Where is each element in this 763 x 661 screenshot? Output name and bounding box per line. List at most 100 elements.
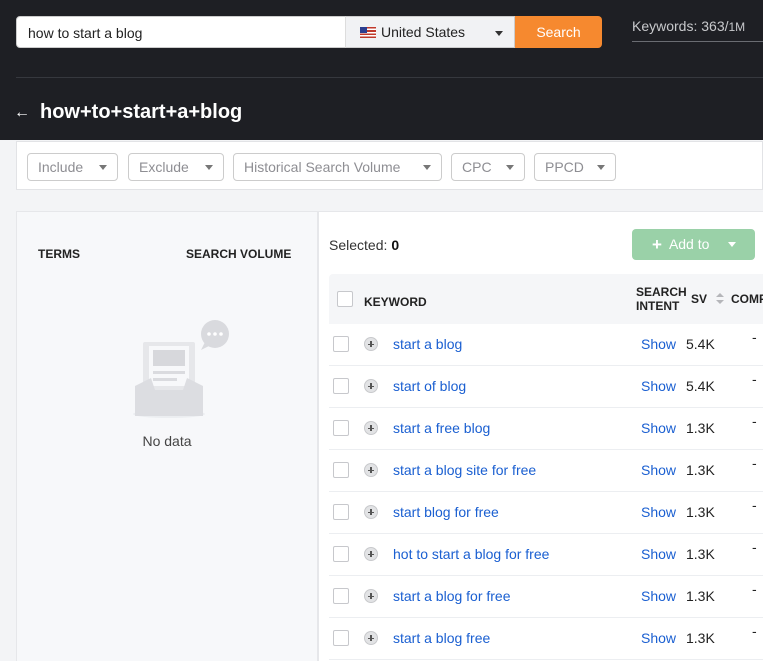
- search-intent-column-header-line1: SEARCH: [636, 285, 687, 299]
- comp-value: -: [752, 623, 757, 639]
- comp-value: -: [752, 413, 757, 429]
- comp-value: -: [752, 497, 757, 513]
- keywords-counter: Keywords: 363/1M: [632, 18, 745, 34]
- intent-show-link[interactable]: Show: [641, 378, 676, 394]
- filter-bar: Include Exclude Historical Search Volume…: [16, 141, 763, 190]
- chevron-down-icon: [99, 165, 107, 170]
- filter-ppcd-label: PPCD: [545, 159, 584, 175]
- add-keyword-icon[interactable]: [364, 505, 378, 519]
- table-row: start a free blog Show 1.3K -: [329, 408, 763, 450]
- intent-show-link[interactable]: Show: [641, 546, 676, 562]
- keyword-link[interactable]: start a blog: [393, 336, 462, 352]
- keyword-link[interactable]: hot to start a blog for free: [393, 546, 549, 562]
- add-keyword-icon[interactable]: [364, 589, 378, 603]
- terms-column-header: TERMS: [38, 247, 80, 261]
- keyword-link[interactable]: start of blog: [393, 378, 466, 394]
- table-row: start blog for free Show 1.3K -: [329, 492, 763, 534]
- filter-hsv-label: Historical Search Volume: [244, 159, 401, 175]
- sv-value: 1.3K: [686, 630, 715, 646]
- row-checkbox[interactable]: [333, 588, 349, 604]
- add-keyword-icon[interactable]: [364, 421, 378, 435]
- add-keyword-icon[interactable]: [364, 337, 378, 351]
- sv-value: 1.3K: [686, 588, 715, 604]
- select-all-checkbox[interactable]: [337, 291, 353, 307]
- sv-column-header[interactable]: SV: [691, 292, 707, 306]
- table-row: start a blog free Show 1.3K -: [329, 618, 763, 660]
- row-checkbox[interactable]: [333, 504, 349, 520]
- intent-show-link[interactable]: Show: [641, 462, 676, 478]
- country-label: United States: [381, 24, 466, 40]
- comp-value: -: [752, 371, 757, 387]
- arrow-left-icon[interactable]: ←: [14, 104, 30, 122]
- search-volume-column-header: SEARCH VOLUME: [186, 247, 292, 261]
- selected-count: Selected: 0: [329, 237, 399, 253]
- table-row: start of blog Show 5.4K -: [329, 366, 763, 408]
- selected-value: 0: [391, 237, 400, 253]
- filter-exclude-label: Exclude: [139, 159, 189, 175]
- table-row: start a blog for free Show 1.3K -: [329, 576, 763, 618]
- empty-state-text: No data: [142, 433, 192, 449]
- keywords-counter-label: Keywords: 363/: [632, 18, 729, 34]
- filter-historical-search-volume[interactable]: Historical Search Volume: [233, 153, 442, 181]
- sv-value: 1.3K: [686, 420, 715, 436]
- keywords-usage-bar: [632, 41, 763, 42]
- search-input[interactable]: how to start a blog: [16, 16, 346, 48]
- comp-column-header[interactable]: COMP: [731, 292, 763, 306]
- filter-exclude[interactable]: Exclude: [128, 153, 224, 181]
- keyword-link[interactable]: start a free blog: [393, 420, 490, 436]
- comp-value: -: [752, 455, 757, 471]
- filter-cpc[interactable]: CPC: [451, 153, 525, 181]
- intent-show-link[interactable]: Show: [641, 504, 676, 520]
- table-row: start a blog Show 5.4K -: [329, 324, 763, 366]
- intent-show-link[interactable]: Show: [641, 336, 676, 352]
- intent-show-link[interactable]: Show: [641, 588, 676, 604]
- header-divider: [16, 77, 763, 78]
- selected-label: Selected:: [329, 237, 388, 253]
- keyword-link[interactable]: start a blog for free: [393, 588, 511, 604]
- chevron-down-icon: [728, 242, 736, 247]
- chevron-down-icon: [506, 165, 514, 170]
- page-title: how+to+start+a+blog: [40, 101, 243, 123]
- comp-value: -: [752, 581, 757, 597]
- keyword-link[interactable]: start a blog site for free: [393, 462, 536, 478]
- intent-show-link[interactable]: Show: [641, 630, 676, 646]
- table-row: hot to start a blog for free Show 1.3K -: [329, 534, 763, 576]
- filter-include[interactable]: Include: [27, 153, 118, 181]
- row-checkbox[interactable]: [333, 378, 349, 394]
- filter-cpc-label: CPC: [462, 159, 492, 175]
- sv-value: 1.3K: [686, 504, 715, 520]
- row-checkbox[interactable]: [333, 420, 349, 436]
- empty-inbox-icon: [133, 320, 229, 418]
- add-to-label: Add to: [668, 236, 710, 252]
- sv-value: 1.3K: [686, 546, 715, 562]
- comp-value: -: [752, 539, 757, 555]
- add-keyword-icon[interactable]: [364, 547, 378, 561]
- search-button[interactable]: Search: [515, 16, 602, 48]
- table-header: KEYWORD SEARCH INTENT SV COMP: [329, 274, 763, 324]
- sv-value: 1.3K: [686, 462, 715, 478]
- keyword-column-header[interactable]: KEYWORD: [364, 295, 427, 309]
- row-checkbox[interactable]: [333, 546, 349, 562]
- sort-icon[interactable]: [716, 293, 724, 305]
- chevron-down-icon: [423, 165, 431, 170]
- filter-include-label: Include: [38, 159, 84, 175]
- add-to-button[interactable]: + Add to: [632, 229, 755, 260]
- add-keyword-icon[interactable]: [364, 463, 378, 477]
- keyword-link[interactable]: start blog for free: [393, 504, 499, 520]
- row-checkbox[interactable]: [333, 630, 349, 646]
- row-checkbox[interactable]: [333, 336, 349, 352]
- sv-value: 5.4K: [686, 378, 715, 394]
- comp-value: -: [752, 329, 757, 345]
- keyword-link[interactable]: start a blog free: [393, 630, 490, 646]
- chevron-down-icon: [495, 31, 503, 36]
- add-keyword-icon[interactable]: [364, 631, 378, 645]
- row-checkbox[interactable]: [333, 462, 349, 478]
- chevron-down-icon: [597, 165, 605, 170]
- keywords-panel: Selected: 0 + Add to KEYWORD SEARCH INTENT…: [318, 211, 763, 661]
- chevron-down-icon: [205, 165, 213, 170]
- filter-ppcd[interactable]: PPCD: [534, 153, 616, 181]
- add-keyword-icon[interactable]: [364, 379, 378, 393]
- country-select[interactable]: United States: [345, 16, 515, 48]
- intent-show-link[interactable]: Show: [641, 420, 676, 436]
- keywords-counter-limit: 1M: [728, 20, 746, 34]
